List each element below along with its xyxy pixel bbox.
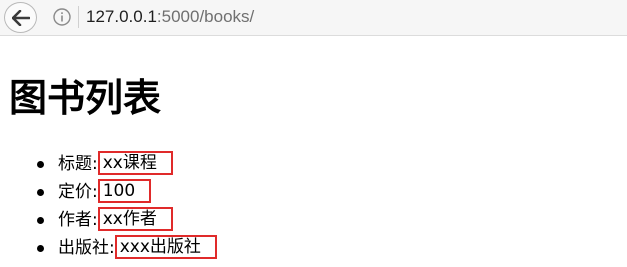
info-icon[interactable] bbox=[52, 7, 72, 27]
bullet bbox=[37, 245, 44, 252]
list-item-price: 定价: 100 bbox=[0, 178, 217, 206]
list-item-title: 标题: xx课程 bbox=[0, 150, 217, 178]
url-host: 127.0.0.1 bbox=[86, 7, 157, 26]
field-value: 100 bbox=[97, 178, 152, 203]
bullet bbox=[37, 217, 44, 224]
address-bar[interactable]: 127.0.0.1:5000/books/ bbox=[86, 6, 254, 28]
url-divider bbox=[78, 6, 79, 28]
field-label: 标题: bbox=[58, 154, 98, 174]
field-value: xxx出版社 bbox=[114, 234, 217, 259]
field-value: xx课程 bbox=[97, 150, 173, 175]
browser-toolbar: 127.0.0.1:5000/books/ bbox=[0, 0, 627, 36]
arrow-left-icon bbox=[11, 9, 30, 26]
field-label: 定价: bbox=[58, 182, 98, 202]
bullet bbox=[37, 161, 44, 168]
page-title: 图书列表 bbox=[9, 76, 162, 120]
field-value: xx作者 bbox=[97, 206, 173, 231]
back-button[interactable] bbox=[4, 2, 37, 33]
field-label: 出版社: bbox=[58, 238, 115, 258]
list-item-author: 作者: xx作者 bbox=[0, 206, 217, 234]
book-details-list: 标题: xx课程 定价: 100 作者: xx作者 出版社: xxx出版社 bbox=[0, 150, 217, 262]
field-label: 作者: bbox=[58, 210, 98, 230]
list-item-publisher: 出版社: xxx出版社 bbox=[0, 234, 217, 262]
bullet bbox=[37, 189, 44, 196]
url-path: :5000/books/ bbox=[156, 7, 255, 26]
